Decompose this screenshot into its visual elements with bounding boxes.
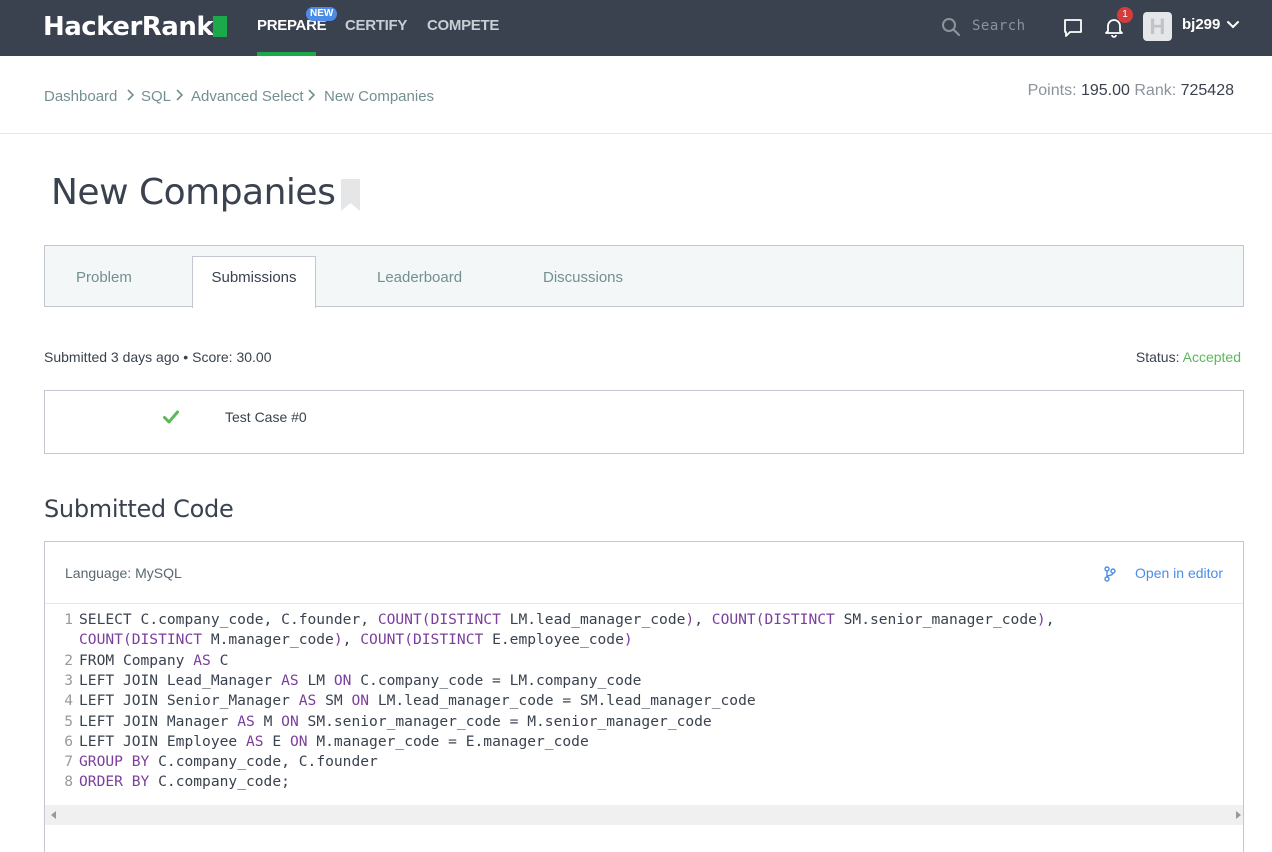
tab-discussions[interactable]: Discussions bbox=[543, 269, 623, 286]
tab-leaderboard[interactable]: Leaderboard bbox=[377, 269, 462, 286]
code-line: LEFT JOIN Senior_Manager AS SM ON LM.lea… bbox=[79, 692, 756, 710]
code-branch-icon[interactable] bbox=[1103, 566, 1117, 582]
line-number: 5 bbox=[64, 712, 73, 730]
points-value: 195.00 bbox=[1080, 82, 1130, 99]
code-line: GROUP BY C.company_code, C.founder bbox=[79, 753, 378, 771]
language-label: Language: MySQL bbox=[65, 565, 182, 581]
points-label: Points: bbox=[1027, 82, 1077, 99]
code-header: Language: MySQL Open in editor bbox=[45, 542, 1243, 604]
code-line: FROM Company AS C bbox=[79, 651, 229, 669]
logo-block-icon bbox=[213, 16, 227, 37]
username[interactable]: bj299 bbox=[1182, 16, 1220, 33]
tab-submissions-label: Submissions bbox=[211, 269, 297, 286]
breadcrumb-sql[interactable]: SQL bbox=[141, 88, 171, 105]
page-title: New Companies bbox=[51, 172, 336, 213]
chevron-right-icon bbox=[176, 89, 184, 101]
chevron-right-icon bbox=[127, 89, 135, 101]
points-rank: Points: 195.00 Rank: 725428 bbox=[1028, 82, 1234, 100]
line-number: 1 bbox=[64, 611, 73, 628]
submitted-code-heading: Submitted Code bbox=[44, 495, 234, 523]
new-badge: NEW bbox=[306, 7, 338, 21]
breadcrumb-dashboard[interactable]: Dashboard bbox=[44, 88, 117, 105]
tab-bar: Problem Submissions Leaderboard Discussi… bbox=[44, 245, 1244, 308]
line-number: 6 bbox=[64, 732, 73, 750]
status-value: Accepted bbox=[1182, 349, 1241, 365]
rank-label: Rank: bbox=[1134, 82, 1177, 99]
hackerrank-logo[interactable]: HackerRank bbox=[43, 12, 214, 42]
check-icon bbox=[163, 410, 179, 424]
scroll-right-arrow-icon[interactable] bbox=[1236, 811, 1241, 819]
horizontal-scrollbar[interactable] bbox=[45, 805, 1243, 825]
submission-info: Submitted 3 days ago • Score: 30.00 bbox=[44, 349, 272, 365]
code-line: SELECT C.company_code, C.founder, COUNT(… bbox=[79, 611, 1055, 628]
top-navbar: HackerRank PREPARE NEW CERTIFY COMPETE S… bbox=[0, 0, 1272, 56]
nav-compete[interactable]: COMPETE bbox=[427, 17, 499, 34]
avatar[interactable]: H bbox=[1143, 12, 1172, 41]
line-number: 8 bbox=[64, 773, 73, 791]
tab-submissions[interactable]: Submissions bbox=[192, 256, 316, 308]
code-area[interactable]: 1 2 3 4 5 6 7 8 SELECT C.company_code, C… bbox=[45, 605, 1243, 805]
open-in-editor-link[interactable]: Open in editor bbox=[1135, 565, 1223, 581]
line-number: 4 bbox=[64, 692, 73, 710]
breadcrumb-bar: Dashboard SQL Advanced Select New Compan… bbox=[0, 56, 1272, 134]
notification-badge: 1 bbox=[1117, 7, 1133, 23]
search-input[interactable]: Search bbox=[972, 18, 1026, 34]
breadcrumb-advanced-select[interactable]: Advanced Select bbox=[191, 88, 304, 105]
line-number: 7 bbox=[64, 753, 73, 771]
code-line: ORDER BY C.company_code; bbox=[79, 773, 290, 791]
test-case-label: Test Case #0 bbox=[225, 409, 307, 425]
scroll-left-arrow-icon[interactable] bbox=[51, 811, 56, 819]
search-icon[interactable] bbox=[941, 17, 961, 37]
tab-problem[interactable]: Problem bbox=[76, 269, 132, 286]
code-viewer: Language: MySQL Open in editor 1 2 3 4 5… bbox=[44, 541, 1244, 852]
chevron-right-icon bbox=[308, 89, 316, 101]
code-line: COUNT(DISTINCT M.manager_code), COUNT(DI… bbox=[79, 631, 633, 649]
line-number: 2 bbox=[64, 651, 73, 669]
line-number: 3 bbox=[64, 671, 73, 689]
code-line: LEFT JOIN Lead_Manager AS LM ON C.compan… bbox=[79, 671, 642, 689]
code-line: LEFT JOIN Manager AS M ON SM.senior_mana… bbox=[79, 712, 712, 730]
rank-value: 725428 bbox=[1180, 82, 1234, 99]
chevron-down-icon[interactable] bbox=[1226, 18, 1240, 32]
status-label: Status: bbox=[1135, 349, 1180, 365]
breadcrumb-current: New Companies bbox=[324, 88, 435, 105]
submission-status: Status: Accepted bbox=[1136, 349, 1241, 365]
code-line: LEFT JOIN Employee AS E ON M.manager_cod… bbox=[79, 732, 589, 750]
bookmark-icon[interactable] bbox=[341, 179, 360, 211]
test-case-row[interactable]: Test Case #0 bbox=[44, 390, 1244, 454]
chat-icon[interactable] bbox=[1062, 17, 1084, 39]
nav-certify[interactable]: CERTIFY bbox=[345, 17, 407, 34]
